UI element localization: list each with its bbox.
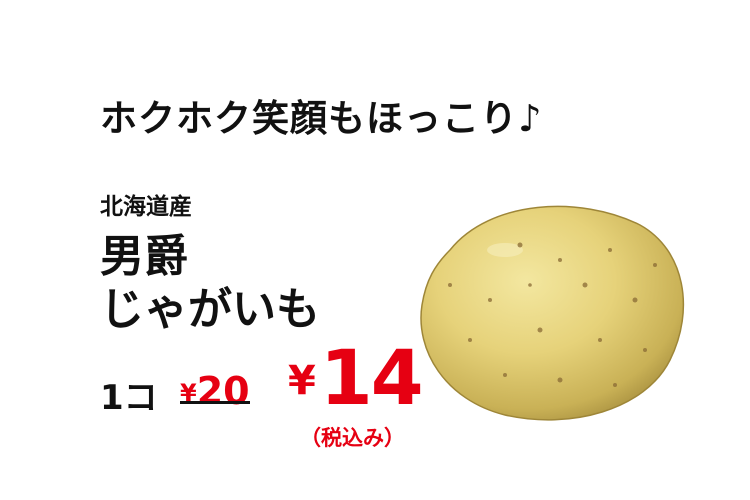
tagline: ホクホク笑顔もほっこり♪ <box>100 97 543 140</box>
sale-price-currency: ¥ <box>288 358 316 404</box>
original-price: ¥20 <box>180 372 250 410</box>
price-card: ホクホク笑顔もほっこり♪ 北海道産 男爵 じゃがいも 1コ ¥20 ¥14 （税… <box>0 0 750 500</box>
sale-price-value: 14 <box>319 333 424 422</box>
tax-note: （税込み） <box>300 426 405 450</box>
product-origin: 北海道産 <box>100 194 192 220</box>
original-price-value: 20 <box>196 369 250 413</box>
potato-image <box>420 205 685 421</box>
strikethrough-line <box>180 401 250 404</box>
quantity-label: 1コ <box>100 378 158 418</box>
product-name-line1: 男爵 <box>100 231 188 282</box>
sale-price: ¥14 <box>288 340 424 416</box>
product-name-line2: じゃがいも <box>100 284 320 335</box>
